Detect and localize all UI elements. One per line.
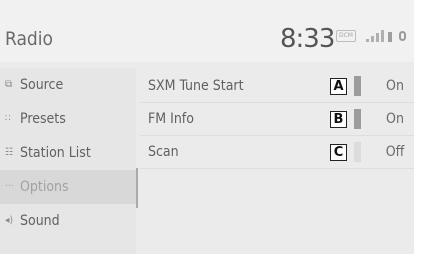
source-icon: ⧉ [5, 79, 13, 90]
sidebar-item-station-list[interactable]: ☷ Station List [0, 136, 136, 170]
sound-icon: ◂) [5, 215, 14, 226]
sidebar-item-presets[interactable]: ∷ Presets [0, 102, 136, 136]
battery-icon [388, 32, 392, 42]
sidebar-selection-divider [136, 168, 138, 208]
option-row-sxm-tune-start[interactable]: SXM Tune Start [140, 70, 414, 103]
header-bar: Radio 8:33 DCM [0, 0, 414, 62]
radio-screen: Radio 8:33 DCM ⧉ Source ∷ Presets ☷ Stat… [0, 0, 414, 254]
option-label: Scan [148, 144, 179, 160]
toggle-indicator[interactable] [354, 76, 361, 96]
callout-marker-a: A [330, 78, 347, 95]
sidebar-item-options[interactable]: ··· Options [0, 170, 136, 204]
toggle-value[interactable]: Off [380, 144, 410, 160]
sidebar-item-label: Source [20, 77, 64, 93]
sidebar-item-label: Presets [20, 111, 66, 127]
sidebar: ⧉ Source ∷ Presets ☷ Station List ··· Op… [0, 68, 136, 254]
toggle-value[interactable]: On [380, 111, 410, 127]
signal-bars-icon [366, 30, 386, 42]
sidebar-item-sound[interactable]: ◂) Sound [0, 204, 136, 238]
sidebar-item-label: Options [20, 179, 69, 195]
option-row-fm-info[interactable]: FM Info [140, 103, 414, 136]
sidebar-item-label: Sound [20, 213, 60, 229]
page-title: Radio [5, 28, 53, 50]
toggle-indicator[interactable] [354, 109, 361, 129]
sidebar-item-source[interactable]: ⧉ Source [0, 68, 136, 102]
presets-icon: ∷ [5, 113, 11, 124]
callout-marker-c: C [330, 144, 347, 161]
clock: 8:33 [280, 24, 335, 54]
toggle-indicator[interactable] [354, 142, 361, 162]
station-list-icon: ☷ [5, 147, 14, 158]
sidebar-item-label: Station List [20, 145, 91, 161]
option-label: FM Info [148, 111, 194, 127]
callout-marker-b: B [330, 111, 347, 128]
status-indicator-icon [399, 31, 406, 41]
options-icon: ··· [5, 181, 14, 192]
toggle-value[interactable]: On [380, 78, 410, 94]
dcm-status-badge: DCM [336, 30, 356, 42]
option-label: SXM Tune Start [148, 78, 244, 94]
option-row-scan[interactable]: Scan [140, 136, 414, 169]
